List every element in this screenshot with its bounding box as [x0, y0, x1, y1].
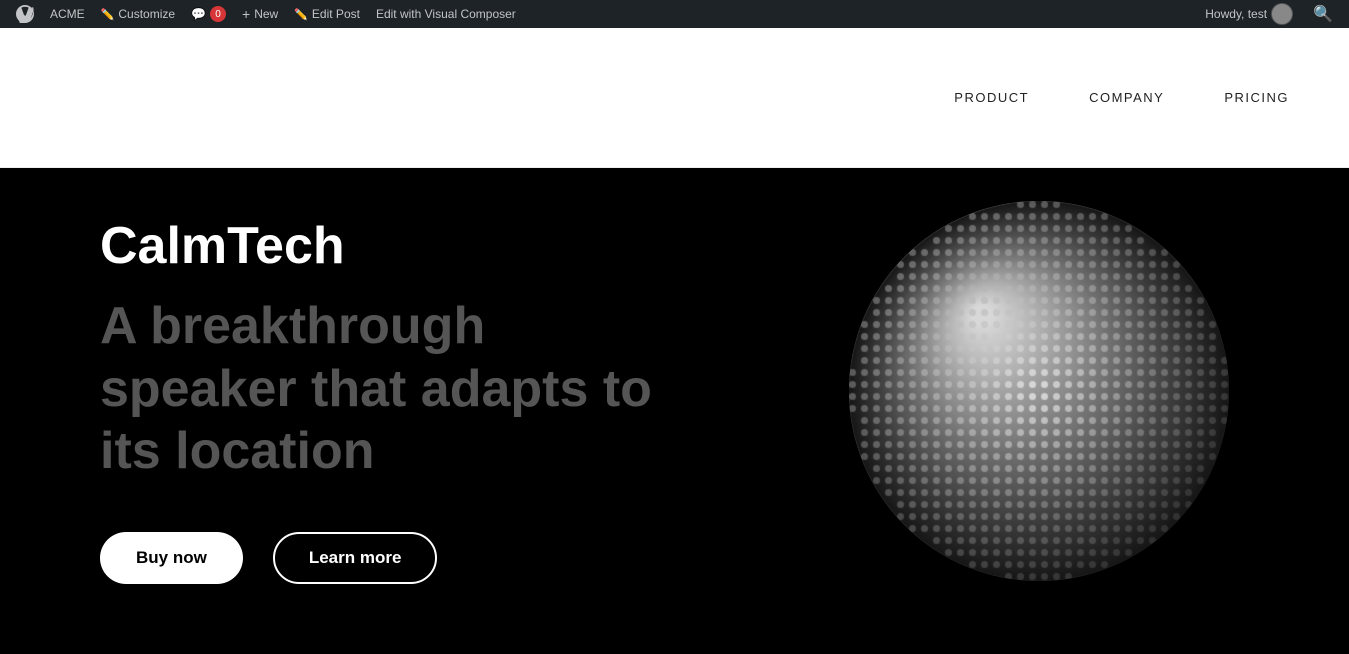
customize-label: Customize: [118, 7, 175, 21]
hero-tagline: A breakthrough speaker that adapts to it…: [100, 295, 680, 482]
user-avatar: [1271, 3, 1293, 25]
admin-bar: ACME ✏️ Customize 💬 0 + New ✏️ Edit Post…: [0, 0, 1349, 28]
howdy-text: Howdy, test: [1205, 7, 1267, 21]
speaker-circle: [849, 201, 1229, 581]
new-content-link[interactable]: + New: [234, 0, 286, 28]
nav-company[interactable]: COMPANY: [1089, 90, 1164, 105]
admin-bar-right: Howdy, test 🔍: [1197, 0, 1341, 28]
wordpress-logo-link[interactable]: [8, 0, 42, 28]
speaker-dots-canvas: [849, 201, 1229, 581]
edit-post-link[interactable]: ✏️ Edit Post: [286, 0, 368, 28]
site-header: PRODUCT COMPANY PRICING: [0, 28, 1349, 168]
visual-composer-label: Edit with Visual Composer: [376, 7, 516, 21]
plus-icon: +: [242, 6, 250, 22]
customize-icon: ✏️: [101, 8, 115, 21]
comment-icon: 💬: [191, 7, 206, 21]
buy-now-button[interactable]: Buy now: [100, 532, 243, 584]
comments-count: 0: [210, 6, 226, 22]
comments-link[interactable]: 💬 0: [183, 0, 234, 28]
hero-brand-name: CalmTech: [100, 218, 680, 275]
nav-product[interactable]: PRODUCT: [954, 90, 1029, 105]
site-name-text: ACME: [50, 7, 85, 21]
admin-search-button[interactable]: 🔍: [1305, 4, 1341, 24]
hero-buttons: Buy now Learn more: [100, 532, 680, 584]
new-label: New: [254, 7, 278, 21]
hero-section: CalmTech A breakthrough speaker that ada…: [0, 168, 1349, 654]
nav-pricing[interactable]: PRICING: [1224, 90, 1289, 105]
howdy-user-link[interactable]: Howdy, test: [1197, 0, 1301, 28]
customize-link[interactable]: ✏️ Customize: [93, 0, 183, 28]
site-name-link[interactable]: ACME: [42, 0, 93, 28]
hero-content: CalmTech A breakthrough speaker that ada…: [100, 218, 680, 584]
edit-post-label: Edit Post: [312, 7, 360, 21]
edit-icon: ✏️: [294, 8, 308, 21]
visual-composer-link[interactable]: Edit with Visual Composer: [368, 0, 524, 28]
learn-more-button[interactable]: Learn more: [273, 532, 438, 584]
main-nav: PRODUCT COMPANY PRICING: [954, 90, 1289, 105]
speaker-graphic: [849, 201, 1269, 621]
